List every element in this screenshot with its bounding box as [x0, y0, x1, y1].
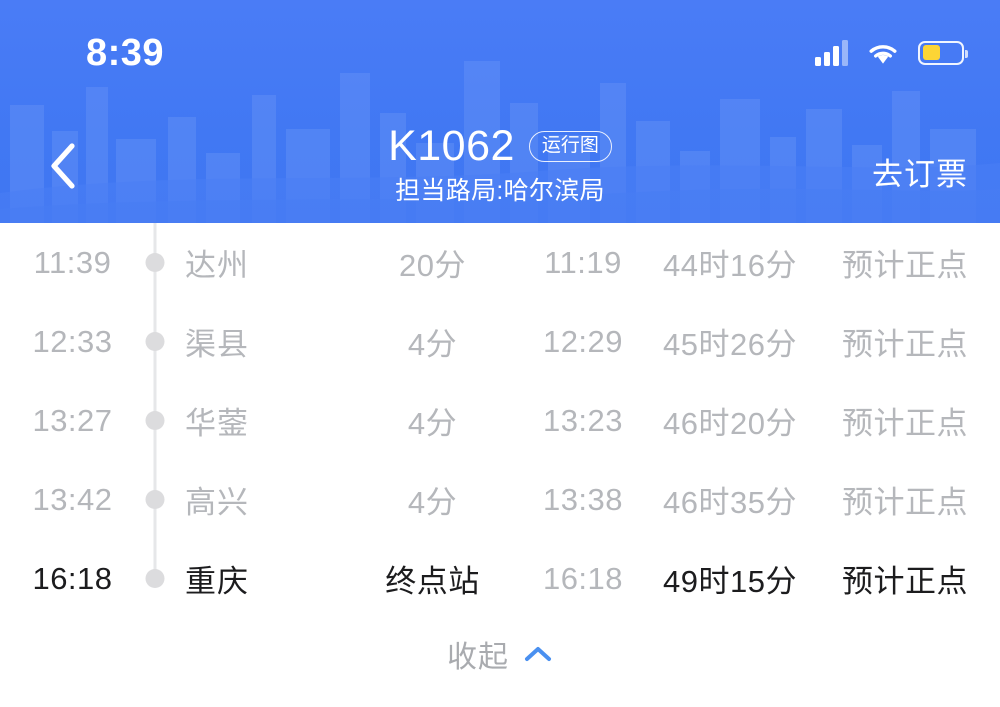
elapsed-time: 46时35分 [663, 485, 797, 520]
station-name: 渠县 [185, 327, 249, 362]
train-detail-screen: 8:39 K1062 运行图 担当路局:哈尔滨局 去订票 11:39 达州 20… [0, 0, 1000, 707]
collapse-toggle[interactable]: 收起 [0, 618, 1000, 690]
table-row[interactable]: 16:18 重庆 终点站 16:18 49时15分 预计正点 [0, 539, 1000, 618]
status-badge: 预计正点 [842, 248, 968, 283]
book-ticket-button[interactable]: 去订票 [872, 149, 968, 194]
arrive-time: 11:19 [544, 244, 622, 280]
timeline-dot [145, 332, 165, 351]
table-row[interactable]: 11:39 达州 20分 11:19 44时16分 预计正点 [0, 223, 1000, 302]
station-name: 华蓥 [185, 406, 249, 441]
back-button[interactable] [30, 133, 96, 199]
chevron-up-icon [525, 647, 551, 661]
table-row[interactable]: 13:42 高兴 4分 13:38 46时35分 预计正点 [0, 460, 1000, 539]
timeline-dot [145, 490, 165, 509]
collapse-label: 收起 [447, 641, 509, 674]
status-badge: 预计正点 [842, 327, 968, 362]
arrive-time: 12:29 [542, 323, 624, 359]
app-header: 8:39 K1062 运行图 担当路局:哈尔滨局 去订票 [0, 0, 1000, 223]
stop-duration: 终点站 [385, 564, 480, 599]
timeline-dot [145, 569, 165, 588]
stop-duration: 20分 [399, 248, 466, 283]
stop-duration: 4分 [407, 485, 458, 520]
route-map-badge[interactable]: 运行图 [528, 131, 612, 162]
status-bar-icons [815, 39, 968, 66]
timeline-dot [145, 411, 165, 430]
table-row[interactable]: 13:27 华蓥 4分 13:23 46时20分 预计正点 [0, 381, 1000, 460]
wifi-icon [869, 44, 897, 64]
status-bar: 8:39 [0, 0, 1000, 105]
header-title-row: K1062 运行图 [388, 122, 612, 170]
navigation-bar: K1062 运行图 担当路局:哈尔滨局 去订票 [0, 105, 1000, 223]
depart-time: 12:33 [32, 323, 113, 359]
depart-time: 13:42 [32, 481, 113, 517]
elapsed-time: 46时20分 [663, 406, 797, 441]
elapsed-time: 45时26分 [663, 327, 797, 362]
station-rows: 11:39 达州 20分 11:19 44时16分 预计正点 12:33 渠县 4分 12:29 4… [0, 223, 1000, 618]
depart-time: 16:18 [32, 560, 113, 596]
table-row[interactable]: 12:33 渠县 4分 12:29 45时26分 预计正点 [0, 302, 1000, 381]
arrive-time: 13:23 [542, 402, 624, 438]
elapsed-time: 49时15分 [663, 564, 797, 599]
depart-time: 13:27 [32, 402, 113, 438]
arrive-time: 13:38 [542, 481, 624, 517]
status-badge: 预计正点 [842, 485, 968, 520]
status-bar-time: 8:39 [86, 31, 165, 74]
signal-bars-icon [815, 39, 848, 66]
station-schedule-list: 11:39 达州 20分 11:19 44时16分 预计正点 12:33 渠县 4分 12:29 4… [0, 223, 1000, 618]
page-title: K1062 [388, 122, 515, 170]
station-name: 达州 [185, 248, 249, 283]
timeline-dot [145, 253, 165, 272]
station-name: 重庆 [185, 564, 249, 599]
stop-duration: 4分 [407, 327, 458, 362]
header-title-block: K1062 运行图 担当路局:哈尔滨局 [0, 122, 1000, 207]
elapsed-time: 44时16分 [663, 248, 797, 283]
chevron-left-icon [51, 143, 75, 189]
station-name: 高兴 [185, 485, 249, 520]
battery-icon [918, 40, 968, 65]
battery-level-fill [922, 45, 940, 60]
status-badge: 预计正点 [842, 406, 968, 441]
stop-duration: 4分 [407, 406, 458, 441]
arrive-time: 16:18 [542, 560, 624, 596]
depart-time: 11:39 [33, 244, 112, 280]
header-subtitle: 担当路局:哈尔滨局 [395, 177, 605, 206]
status-badge: 预计正点 [842, 564, 968, 599]
